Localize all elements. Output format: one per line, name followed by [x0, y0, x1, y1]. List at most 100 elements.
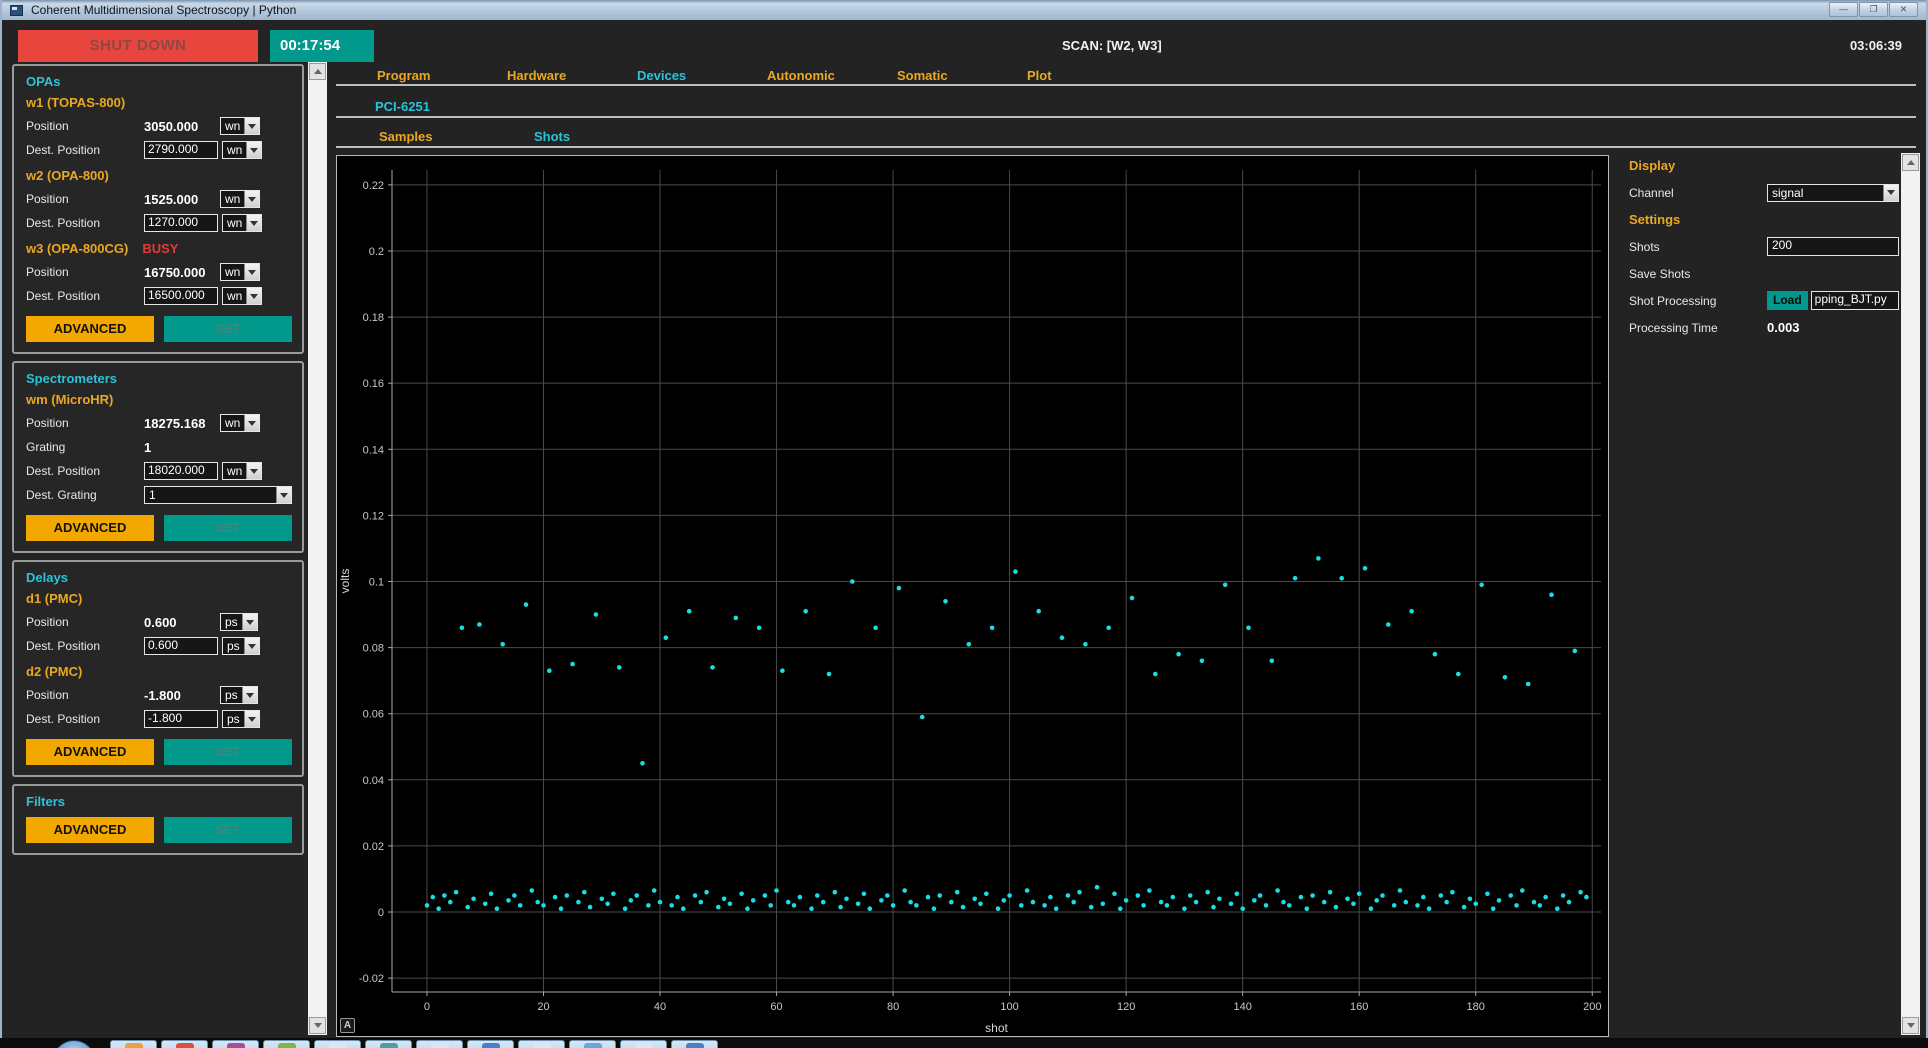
data-point — [1223, 583, 1228, 588]
menu-tab-program[interactable]: Program — [377, 68, 507, 83]
close-button[interactable]: ✕ — [1889, 2, 1918, 17]
units-select[interactable]: wn — [220, 190, 260, 208]
data-point — [734, 616, 739, 621]
menu-tab-devices[interactable]: Devices — [637, 68, 767, 83]
shots-input[interactable]: 200 — [1767, 237, 1899, 256]
processing-script-field[interactable]: pping_BJT.py — [1811, 291, 1899, 310]
data-point — [1235, 892, 1240, 897]
grating-select[interactable]: 1 — [144, 486, 292, 504]
chevron-down-icon[interactable] — [242, 687, 257, 703]
set-button[interactable]: SET — [164, 515, 292, 541]
shots-plot[interactable]: -0.0200.020.040.060.080.10.120.140.160.1… — [336, 155, 1609, 1037]
units-select[interactable]: wn — [222, 214, 262, 232]
windows-taskbar[interactable] — [0, 1038, 1928, 1048]
taskbar-app-button[interactable] — [110, 1040, 157, 1048]
settings-header: Settings — [1629, 206, 1901, 233]
data-point — [914, 903, 919, 908]
chevron-down-icon[interactable] — [1883, 185, 1898, 201]
advanced-button[interactable]: ADVANCED — [26, 515, 154, 541]
destination-input[interactable]: 0.600 — [144, 637, 218, 655]
device-tab-pci-6251[interactable]: PCI-6251 — [375, 99, 430, 114]
data-point — [1450, 890, 1455, 895]
data-point — [617, 665, 622, 670]
maximize-button[interactable]: ❐ — [1859, 2, 1888, 17]
destination-input[interactable]: 18020.000 — [144, 462, 218, 480]
data-point — [605, 902, 610, 907]
data-point — [477, 622, 482, 627]
sidebar-scrollbar[interactable] — [308, 62, 327, 1035]
chevron-down-icon[interactable] — [244, 118, 259, 134]
chevron-down-icon[interactable] — [244, 711, 259, 727]
chevron-down-icon[interactable] — [276, 487, 291, 503]
set-button[interactable]: SET — [164, 817, 292, 843]
title-bar[interactable]: Coherent Multidimensional Spectroscopy |… — [2, 0, 1926, 20]
advanced-button[interactable]: ADVANCED — [26, 316, 154, 342]
channel-select[interactable]: signal — [1767, 184, 1899, 202]
chevron-down-icon[interactable] — [244, 264, 259, 280]
panel-scrollbar[interactable] — [1901, 153, 1920, 1035]
units-select[interactable]: ps — [220, 686, 258, 704]
data-point — [1549, 592, 1554, 597]
data-point — [471, 897, 476, 902]
shutdown-button[interactable]: SHUT DOWN — [18, 30, 258, 62]
destination-input[interactable]: 16500.000 — [144, 287, 218, 305]
units-select[interactable]: ps — [222, 710, 260, 728]
taskbar-app-button[interactable] — [671, 1040, 718, 1048]
x-tick-label: 40 — [654, 1001, 666, 1013]
chevron-down-icon[interactable] — [244, 415, 259, 431]
chevron-down-icon[interactable] — [246, 463, 261, 479]
taskbar-app-icon — [584, 1043, 602, 1048]
set-button[interactable]: SET — [164, 316, 292, 342]
scan-label: SCAN: [W2, W3] — [1062, 38, 1162, 53]
menu-tab-autonomic[interactable]: Autonomic — [767, 68, 897, 83]
destination-input[interactable]: -1.800 — [144, 710, 218, 728]
start-orb-icon[interactable] — [52, 1040, 96, 1048]
taskbar-app-button[interactable] — [518, 1040, 565, 1048]
taskbar-app-button[interactable] — [263, 1040, 310, 1048]
taskbar-app-button[interactable] — [314, 1040, 361, 1048]
data-point — [1229, 902, 1234, 907]
units-select[interactable]: wn — [220, 414, 260, 432]
menu-tab-plot[interactable]: Plot — [1027, 68, 1157, 83]
units-select[interactable]: wn — [220, 117, 260, 135]
units-select[interactable]: wn — [220, 263, 260, 281]
taskbar-app-button[interactable] — [212, 1040, 259, 1048]
scroll-up-icon[interactable] — [309, 63, 326, 80]
save-shots-label: Save Shots — [1629, 267, 1767, 281]
units-select[interactable]: wn — [222, 462, 262, 480]
data-point — [833, 890, 838, 895]
units-select[interactable]: ps — [220, 613, 258, 631]
chevron-down-icon[interactable] — [246, 142, 261, 158]
taskbar-app-button[interactable] — [416, 1040, 463, 1048]
menu-tab-hardware[interactable]: Hardware — [507, 68, 637, 83]
chevron-down-icon[interactable] — [246, 215, 261, 231]
taskbar-app-button[interactable] — [365, 1040, 412, 1048]
chevron-down-icon[interactable] — [242, 614, 257, 630]
advanced-button[interactable]: ADVANCED — [26, 739, 154, 765]
scroll-up-icon[interactable] — [1902, 154, 1919, 171]
view-tab-shots[interactable]: Shots — [534, 129, 689, 144]
data-point — [984, 892, 989, 897]
plot-autorange-button[interactable]: A — [340, 1018, 355, 1033]
scroll-down-icon[interactable] — [309, 1017, 326, 1034]
minimize-button[interactable]: — — [1829, 2, 1858, 17]
chevron-down-icon[interactable] — [246, 288, 261, 304]
taskbar-app-button[interactable] — [467, 1040, 514, 1048]
chevron-down-icon[interactable] — [244, 638, 259, 654]
advanced-button[interactable]: ADVANCED — [26, 817, 154, 843]
destination-input[interactable]: 2790.000 — [144, 141, 218, 159]
load-script-button[interactable]: Load — [1767, 291, 1808, 310]
destination-input[interactable]: 1270.000 — [144, 214, 218, 232]
chevron-down-icon[interactable] — [244, 191, 259, 207]
scroll-down-icon[interactable] — [1902, 1017, 1919, 1034]
taskbar-app-button[interactable] — [161, 1040, 208, 1048]
units-select[interactable]: wn — [222, 141, 262, 159]
set-button[interactable]: SET — [164, 739, 292, 765]
view-tab-samples[interactable]: Samples — [379, 129, 534, 144]
data-point — [1386, 622, 1391, 627]
taskbar-app-button[interactable] — [569, 1040, 616, 1048]
units-select[interactable]: ps — [222, 637, 260, 655]
menu-tab-somatic[interactable]: Somatic — [897, 68, 1027, 83]
units-select[interactable]: wn — [222, 287, 262, 305]
taskbar-app-button[interactable] — [620, 1040, 667, 1048]
